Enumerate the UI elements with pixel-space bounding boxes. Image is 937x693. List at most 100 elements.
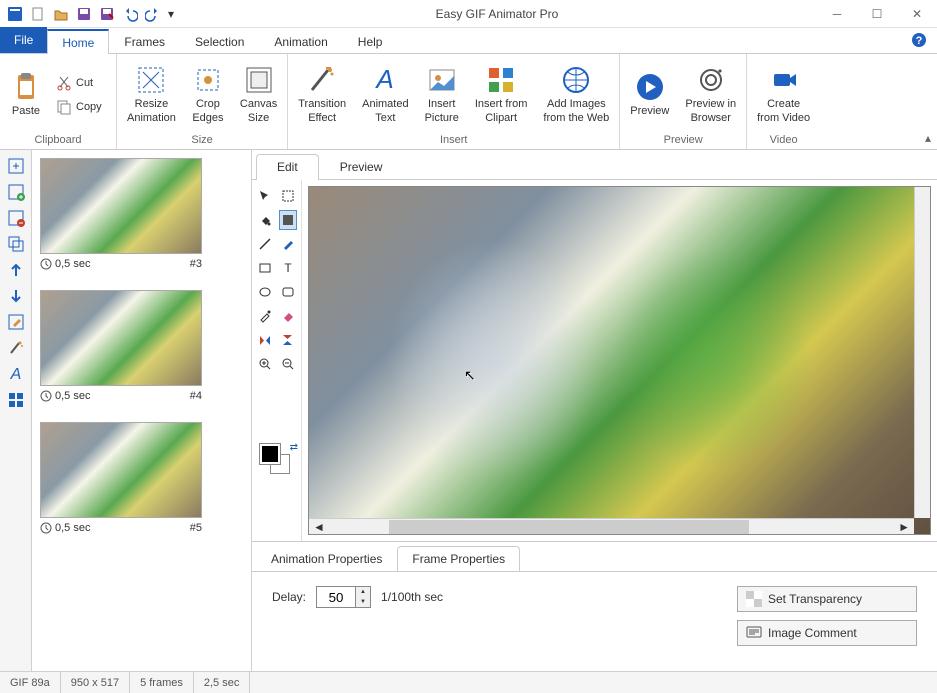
tab-animation-properties[interactable]: Animation Properties (256, 546, 397, 571)
frame-item[interactable]: 0,5 sec #5 (40, 422, 243, 534)
frame-thumbnail[interactable] (40, 158, 202, 254)
preview-browser-button[interactable]: Preview in Browser (679, 58, 742, 132)
ribbon-group-insert: Transition Effect A Animated Text Insert… (288, 54, 620, 149)
ellipse-tool-icon[interactable] (256, 282, 275, 302)
maximize-button[interactable]: ☐ (857, 0, 897, 28)
delete-frame-icon[interactable] (2, 206, 30, 230)
horizontal-scrollbar[interactable]: ◄ ► (309, 518, 914, 534)
crop-edges-button[interactable]: Crop Edges (186, 58, 230, 132)
insert-picture-button[interactable]: Insert Picture (419, 58, 465, 132)
editor-tab-edit[interactable]: Edit (256, 154, 319, 180)
foreground-color[interactable] (260, 444, 280, 464)
image-comment-button[interactable]: Image Comment (737, 620, 917, 646)
set-transparency-button[interactable]: Set Transparency (737, 586, 917, 612)
rounded-rect-tool-icon[interactable] (279, 282, 298, 302)
paste-button[interactable]: Paste (4, 58, 48, 132)
preview-browser-label: Preview in Browser (685, 98, 736, 124)
spin-down-icon[interactable]: ▼ (356, 597, 370, 607)
grid-icon[interactable] (2, 388, 30, 412)
main-area: A 0,5 sec #3 0,5 sec #4 0,5 sec #5 (0, 150, 937, 671)
frame-number: #4 (190, 390, 202, 402)
delay-spinner[interactable]: ▲ ▼ (356, 586, 371, 608)
cut-label: Cut (76, 77, 93, 89)
add-from-web-button[interactable]: Add Images from the Web (537, 58, 615, 132)
insert-clipart-button[interactable]: Insert from Clipart (469, 58, 534, 132)
zoom-in-tool-icon[interactable] (256, 354, 275, 374)
frame-list[interactable]: 0,5 sec #3 0,5 sec #4 0,5 sec #5 (32, 150, 252, 671)
transition-effect-button[interactable]: Transition Effect (292, 58, 352, 132)
canvas-area: ↖ ◄ ► (302, 180, 937, 541)
text-tool-icon[interactable]: T (279, 258, 298, 278)
eyedropper-tool-icon[interactable] (256, 306, 275, 326)
fill-tool-icon[interactable] (256, 210, 275, 230)
ribbon-collapse-icon[interactable]: ▴ (925, 131, 931, 145)
qat-dropdown-icon[interactable]: ▾ (165, 3, 177, 25)
close-button[interactable]: ✕ (897, 0, 937, 28)
cut-button[interactable]: Cut (52, 72, 112, 94)
line-tool-icon[interactable] (256, 234, 275, 254)
scroll-left-icon[interactable]: ◄ (309, 520, 329, 534)
frame-thumbnail[interactable] (40, 422, 202, 518)
copy-button[interactable]: Copy (52, 96, 112, 118)
insert-group-label: Insert (292, 133, 615, 147)
properties-panel: Animation Properties Frame Properties De… (252, 541, 937, 671)
duplicate-frame-icon[interactable] (2, 232, 30, 256)
tab-frame-properties[interactable]: Frame Properties (397, 546, 520, 571)
app-icon[interactable] (4, 3, 26, 25)
image-comment-label: Image Comment (768, 626, 857, 640)
scroll-thumb[interactable] (389, 520, 749, 534)
minimize-button[interactable]: ─ (817, 0, 857, 28)
transition-label: Transition Effect (298, 98, 346, 124)
new-icon[interactable] (27, 3, 49, 25)
vertical-scrollbar[interactable] (914, 187, 930, 518)
save-icon[interactable] (73, 3, 95, 25)
frame-time: 0,5 sec (40, 390, 90, 402)
preview-button[interactable]: Preview (624, 58, 675, 132)
flip-v-tool-icon[interactable] (279, 330, 298, 350)
preview-group-label: Preview (624, 133, 742, 147)
move-up-icon[interactable] (2, 258, 30, 282)
pointer-tool-icon[interactable] (256, 186, 275, 206)
tab-animation[interactable]: Animation (259, 29, 342, 54)
open-icon[interactable] (50, 3, 72, 25)
flip-h-tool-icon[interactable] (256, 330, 275, 350)
brush-tool-icon[interactable] (279, 234, 298, 254)
tab-home[interactable]: Home (47, 29, 109, 54)
frame-item[interactable]: 0,5 sec #3 (40, 158, 243, 270)
delay-input[interactable] (316, 586, 356, 608)
color-swatch[interactable]: ⇄ (260, 444, 300, 484)
undo-icon[interactable] (119, 3, 141, 25)
resize-animation-button[interactable]: Resize Animation (121, 58, 182, 132)
add-frame-icon[interactable] (2, 180, 30, 204)
editor-tab-preview[interactable]: Preview (319, 154, 404, 179)
edit-frame-icon[interactable] (2, 310, 30, 334)
status-dimensions: 950 x 517 (61, 672, 130, 693)
insert-frame-icon[interactable] (2, 154, 30, 178)
rect-fill-tool-icon[interactable] (279, 210, 298, 230)
frame-thumbnail[interactable] (40, 290, 202, 386)
frame-item[interactable]: 0,5 sec #4 (40, 290, 243, 402)
rect-tool-icon[interactable] (256, 258, 275, 278)
canvas-viewport[interactable]: ↖ ◄ ► (308, 186, 931, 535)
select-tool-icon[interactable] (279, 186, 298, 206)
tab-help[interactable]: Help (343, 29, 398, 54)
clipart-label: Insert from Clipart (475, 98, 528, 124)
canvas-size-button[interactable]: Canvas Size (234, 58, 283, 132)
create-from-video-button[interactable]: Create from Video (751, 58, 816, 132)
redo-icon[interactable] (142, 3, 164, 25)
effects-icon[interactable] (2, 336, 30, 360)
tab-frames[interactable]: Frames (109, 29, 180, 54)
zoom-out-tool-icon[interactable] (279, 354, 298, 374)
eraser-tool-icon[interactable] (279, 306, 298, 326)
save-as-icon[interactable] (96, 3, 118, 25)
file-menu[interactable]: File (0, 27, 47, 53)
ribbon-group-clipboard: Paste Cut Copy Clipboard (0, 54, 117, 149)
help-icon[interactable]: ? (911, 32, 929, 50)
spin-up-icon[interactable]: ▲ (356, 587, 370, 597)
text-icon[interactable]: A (2, 362, 30, 386)
scroll-right-icon[interactable]: ► (894, 520, 914, 534)
swap-colors-icon[interactable]: ⇄ (290, 442, 298, 453)
animated-text-button[interactable]: A Animated Text (356, 58, 414, 132)
move-down-icon[interactable] (2, 284, 30, 308)
tab-selection[interactable]: Selection (180, 29, 259, 54)
